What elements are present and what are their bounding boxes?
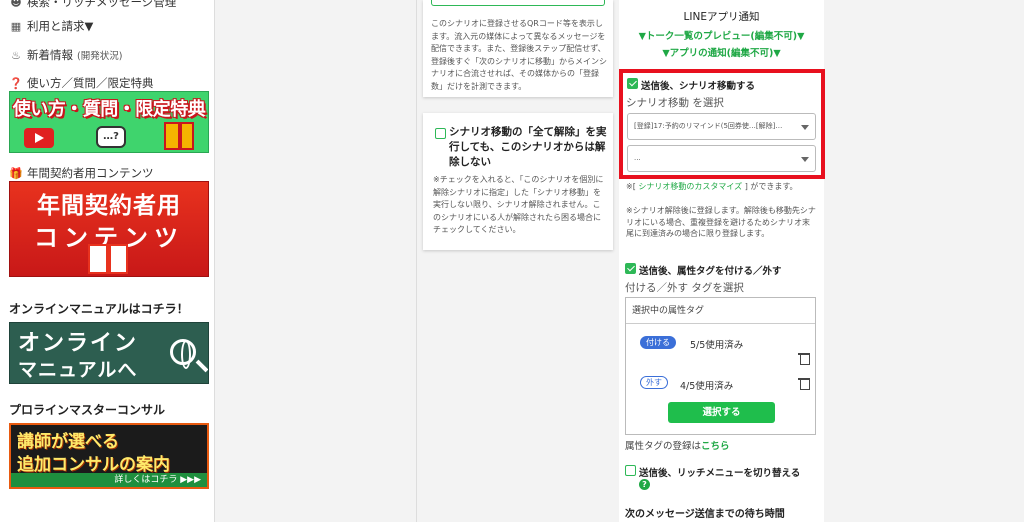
tag-check-label[interactable]: 送信後、属性タグを付ける／外す — [639, 263, 782, 277]
manual-heading: オンラインマニュアルはコチラ！ — [9, 302, 189, 316]
app-notice-toggle[interactable]: ▼アプリの通知(編集不可)▼ — [619, 45, 824, 59]
user-search-icon: ☻ — [10, 0, 22, 9]
banner-consult[interactable]: 講師が選べる 追加コンサルの案内 詳しくはコチラ ▶▶▶ — [9, 423, 209, 489]
tag-add-usage: 5/5使用済み — [690, 340, 744, 351]
qr-code-description: このシナリオに登録させるQRコード等を表示します。流入元の媒体によって異なるメッ… — [431, 19, 607, 91]
unlock-exclusion-checkbox[interactable] — [435, 128, 446, 139]
chevron-down-icon — [801, 125, 809, 130]
scenario-move-select-1[interactable]: [登録]17:予約のリマインド(5回券使…[解除]… — [627, 113, 816, 140]
consult-heading: プロラインマスターコンサル — [9, 403, 166, 417]
scenario-move-select-label: シナリオ移動 を選択 — [626, 97, 724, 109]
gift-icon — [164, 122, 194, 150]
sidebar-item-news[interactable]: ♨ 新着情報 (開発状況) — [9, 47, 122, 63]
tag-register-link[interactable]: こちら — [701, 441, 730, 452]
rich-menu-label[interactable]: 送信後、リッチメニューを切り替える — [639, 465, 800, 479]
banner-howto[interactable]: 使い方・質問・限定特典 …? — [9, 91, 209, 153]
talk-preview-toggle[interactable]: ▼トーク一覧のプレビュー(編集不可)▼ — [619, 28, 824, 42]
sidebar: ☻ 検索・リッチメッセージ管理 ▦ 利用と請求▼ ♨ 新着情報 (開発状況) ❓… — [0, 0, 215, 522]
tag-remove-badge: 外す — [640, 376, 668, 389]
sidebar-item-search[interactable]: ☻ 検索・リッチメッセージ管理 — [9, 0, 176, 10]
tag-checkbox[interactable] — [625, 263, 636, 274]
wait-time-label: 次のメッセージ送信までの待ち時間 — [625, 509, 785, 520]
unlock-note: ※シナリオ解除後に登録します。解除後も移動先シナリオにいる場合、重複登録を避ける… — [626, 206, 816, 238]
gift-box-icon — [88, 244, 128, 274]
line-app-notice-title: LINEアプリ通知 — [683, 11, 760, 23]
trash-icon[interactable] — [798, 352, 810, 365]
sidebar-item-howto[interactable]: ❓ 使い方／質問／限定特典 — [9, 75, 153, 91]
banner-annual-contents[interactable]: 年間契約者用 コンテンツ — [9, 181, 209, 277]
globe-search-icon — [170, 339, 196, 369]
sidebar-item-billing[interactable]: ▦ 利用と請求▼ — [9, 18, 94, 34]
tag-add-badge: 付ける — [640, 336, 676, 349]
qr-code-box[interactable] — [431, 0, 605, 6]
unlock-exclusion-card: シナリオ移動の「全て解除」を実行しても、このシナリオからは解除しない ※チェック… — [423, 113, 613, 250]
scenario-move-checkbox[interactable] — [627, 78, 638, 89]
customize-note: ※[ シナリオ移動のカスタマイズ ] ができます。 — [626, 182, 798, 191]
banner-online-manual[interactable]: オンライン マニュアルへ — [9, 322, 209, 384]
scenario-move-label[interactable]: 送信後、シナリオ移動する — [641, 78, 755, 92]
sidebar-item-annual[interactable]: 🎁 年間契約者用コンテンツ — [9, 165, 153, 181]
wallet-icon: ▦ — [10, 19, 22, 33]
customize-link[interactable]: シナリオ移動のカスタマイズ — [636, 182, 745, 191]
gift-small-icon: 🎁 — [9, 166, 23, 180]
help-icon[interactable]: ? — [639, 479, 650, 490]
tag-select-label: 付ける／外す タグを選択 — [625, 282, 744, 294]
bell-icon: ♨ — [11, 48, 21, 62]
select-tags-button[interactable]: 選択する — [668, 402, 775, 423]
question-bubble-icon: …? — [96, 126, 126, 148]
youtube-play-icon — [24, 128, 54, 148]
unlock-exclusion-title[interactable]: シナリオ移動の「全て解除」を実行しても、このシナリオからは解除しない — [449, 125, 609, 170]
tag-remove-usage: 4/5使用済み — [680, 381, 734, 392]
column-divider — [416, 0, 417, 522]
question-circle-icon: ❓ — [9, 76, 23, 90]
scenario-move-select-2[interactable]: ... — [627, 145, 816, 172]
tag-register-note: 属性タグの登録はこちら — [625, 441, 730, 452]
qr-code-card: このシナリオに登録させるQRコード等を表示します。流入元の媒体によって異なるメッ… — [423, 0, 613, 97]
unlock-exclusion-description: ※チェックを入れると、「このシナリオを個別に解除シナリオに指定」した「シナリオ移… — [433, 175, 604, 234]
selected-tags-header: 選択中の属性タグ — [626, 298, 815, 324]
rich-menu-checkbox[interactable] — [625, 465, 636, 476]
selected-tags-panel: 選択中の属性タグ 付ける 5/5使用済み 外す 4/5使用済み 選択する — [625, 297, 816, 435]
chevron-down-icon — [801, 157, 809, 162]
trash-icon[interactable] — [798, 377, 810, 390]
